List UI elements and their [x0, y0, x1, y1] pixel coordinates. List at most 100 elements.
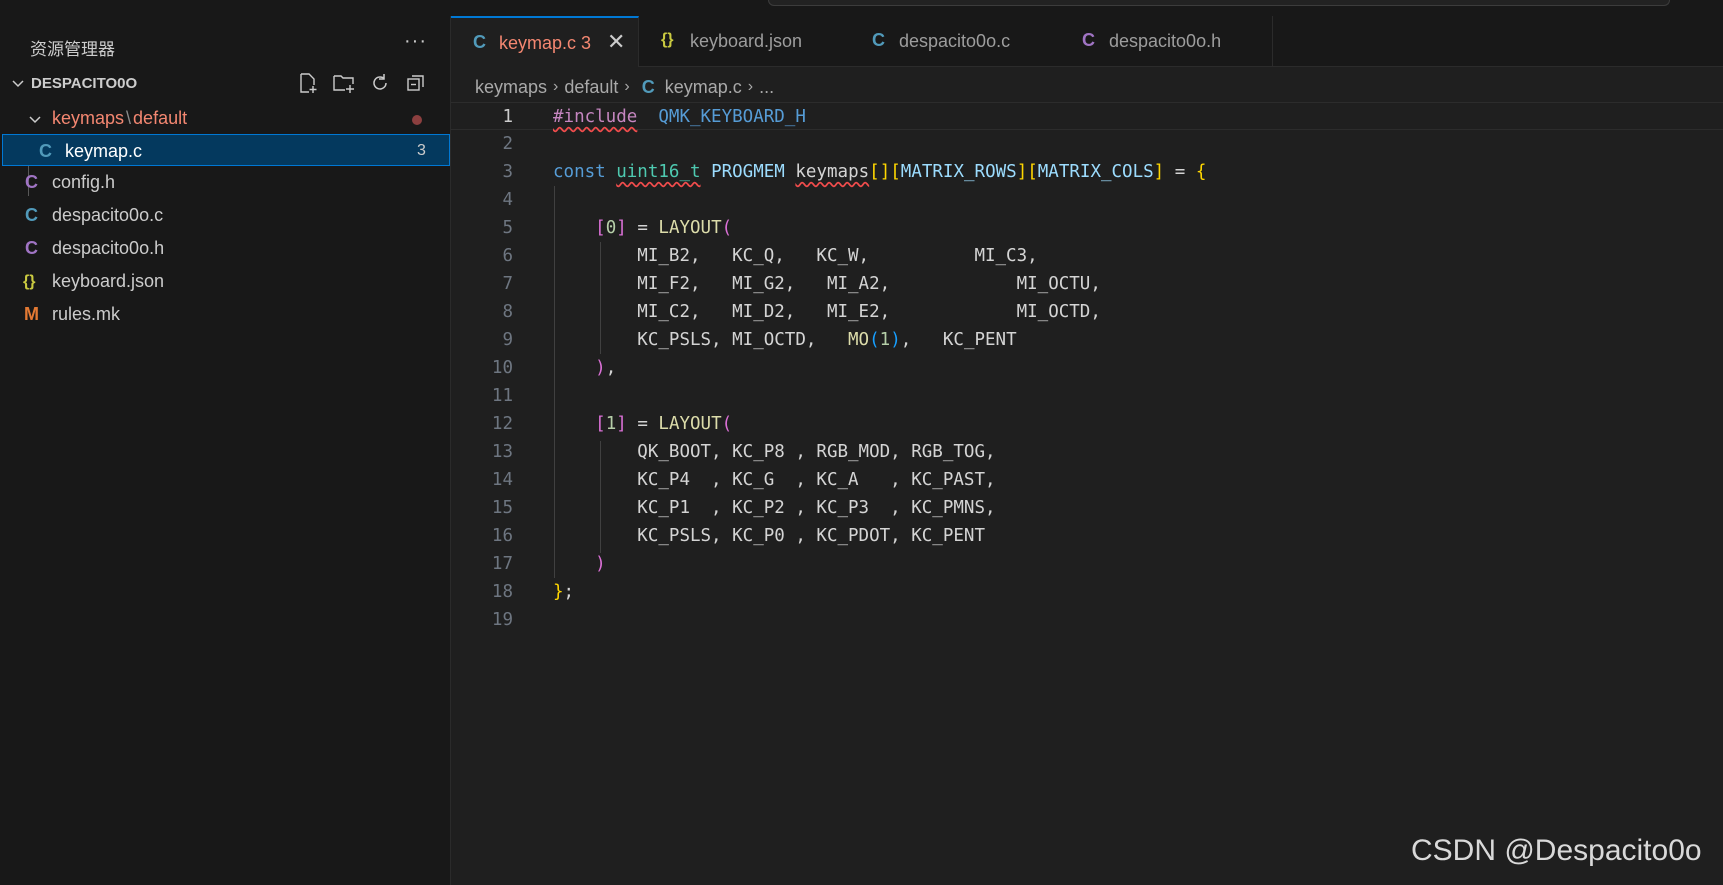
- token-args: MI_C2, MI_D2, MI_E2, MI_OCTD,: [637, 302, 1101, 322]
- command-center[interactable]: [768, 0, 1670, 6]
- folder-label: keymaps \ default: [52, 108, 188, 128]
- chevron-right-icon: ›: [747, 78, 754, 95]
- file-item-keymap-c[interactable]: C keymap.c 3: [2, 134, 450, 166]
- token-type: uint16_t: [616, 162, 701, 182]
- new-folder-icon[interactable]: [332, 71, 356, 95]
- explorer-header: 资源管理器 ···: [0, 26, 450, 62]
- explorer-actions: [296, 71, 428, 95]
- line-number: 2: [502, 134, 513, 154]
- token-args: KC_PSLS, KC_P0 , KC_PDOT, KC_PENT: [637, 526, 985, 546]
- h-file-icon: C: [1082, 30, 1095, 50]
- token-args: MI_B2, KC_Q, KC_W, MI_C3,: [637, 246, 1038, 266]
- file-label: keyboard.json: [52, 271, 165, 291]
- tab-keyboard-json[interactable]: {} keyboard.json: [639, 16, 851, 66]
- token-keyword: const: [553, 162, 606, 182]
- breadcrumb-file[interactable]: keymap.c: [665, 77, 742, 98]
- line-number: 1: [502, 107, 513, 127]
- breadcrumb-default[interactable]: default: [564, 77, 618, 98]
- token-args: MI_F2, MI_G2, MI_A2, MI_OCTU,: [637, 274, 1101, 294]
- line-number: 12: [491, 414, 513, 434]
- c-file-icon: C: [25, 205, 38, 225]
- token-variable: keymaps: [795, 162, 870, 182]
- watermark: CSDN @Despacito0o: [1411, 834, 1702, 867]
- token-identifier: PROGMEM: [711, 162, 785, 182]
- line-number: 8: [502, 302, 513, 322]
- file-label: despacito0o.h: [52, 238, 165, 258]
- json-file-icon: {}: [661, 31, 674, 48]
- line-number: 17: [491, 554, 513, 574]
- code-line-10: 10 ),: [451, 354, 1723, 382]
- code-line-19: 19: [451, 606, 1723, 634]
- breadcrumb-symbols[interactable]: ...: [759, 77, 774, 98]
- line-number: 3: [502, 162, 513, 182]
- line-number: 14: [491, 470, 513, 490]
- h-file-icon: C: [25, 172, 38, 192]
- line-number: 4: [502, 190, 513, 210]
- line-number: 11: [491, 386, 513, 406]
- explorer-sidebar: 资源管理器 ··· DESPACITO0O keymaps \ default C …: [0, 16, 451, 885]
- tab-keymap-c[interactable]: C keymap.c 3 ✕: [451, 16, 639, 67]
- token-include: #include: [553, 107, 638, 127]
- tab-despacito0o-h[interactable]: C despacito0o.h: [1060, 16, 1273, 66]
- chevron-right-icon: ›: [624, 78, 630, 95]
- folder-keymaps-default[interactable]: keymaps \ default: [0, 102, 450, 134]
- token-args: QK_BOOT, KC_P8 , RGB_MOD, RGB_TOG,: [637, 442, 996, 462]
- close-icon[interactable]: ✕: [607, 29, 625, 55]
- code-line-11: 11: [451, 382, 1723, 410]
- code-line-4: 4: [451, 186, 1723, 214]
- modified-dot: [412, 115, 422, 125]
- chevron-right-icon: ›: [553, 78, 559, 95]
- code-line-3: 3 const uint16_t PROGMEM keymaps[][MATRIX…: [451, 158, 1723, 186]
- tab-label: despacito0o.c: [899, 31, 1011, 51]
- json-file-icon: {}: [23, 273, 36, 290]
- token-args: , KC_PENT: [900, 330, 1017, 350]
- c-file-icon: C: [641, 76, 655, 97]
- token-number: 0: [605, 218, 617, 238]
- code-line-5: 5 [0] = LAYOUT(: [451, 214, 1723, 242]
- line-number: 7: [502, 274, 513, 294]
- code-line-9: 9 KC_PSLS, MI_OCTD, MO(1), KC_PENT: [451, 326, 1723, 354]
- project-name: DESPACITO0O: [31, 75, 138, 92]
- explorer-title: 资源管理器: [30, 40, 115, 59]
- line-number: 18: [491, 582, 513, 602]
- token-identifier: MATRIX_ROWS: [900, 162, 1017, 182]
- new-file-icon[interactable]: [296, 71, 320, 95]
- line-number: 15: [491, 498, 513, 518]
- makefile-icon: M: [24, 304, 39, 324]
- breadcrumb: keymaps › default › C keymap.c › ...: [475, 74, 774, 100]
- collapse-all-icon[interactable]: [404, 71, 428, 95]
- code-line-18: 18};: [451, 578, 1723, 606]
- code-line-6: 6 MI_B2, KC_Q, KC_W, MI_C3,: [451, 242, 1723, 270]
- token-macro: QMK_KEYBOARD_H: [658, 107, 806, 127]
- project-root[interactable]: DESPACITO0O: [0, 68, 450, 98]
- line-number: 9: [502, 330, 513, 350]
- file-item-despacito0o-h[interactable]: C despacito0o.h: [0, 232, 450, 264]
- token-number: 1: [879, 330, 891, 350]
- line-number: 19: [491, 610, 513, 630]
- tab-label: despacito0o.h: [1109, 31, 1222, 51]
- c-file-icon: C: [872, 30, 885, 50]
- tab-despacito0o-c[interactable]: C despacito0o.c: [850, 16, 1061, 66]
- code-line-13: 13 QK_BOOT, KC_P8 , RGB_MOD, RGB_TOG,: [451, 438, 1723, 466]
- code-line-17: 17 ): [451, 550, 1723, 578]
- file-item-keyboard-json[interactable]: {} keyboard.json: [0, 265, 450, 297]
- file-item-config-h[interactable]: C config.h: [0, 166, 450, 198]
- file-item-despacito0o-c[interactable]: C despacito0o.c: [0, 199, 450, 231]
- title-bar: [0, 0, 1723, 17]
- tab-bar: C keymap.c 3 ✕ {} keyboard.json C despac…: [451, 16, 1723, 67]
- file-item-rules-mk[interactable]: M rules.mk: [0, 298, 450, 330]
- chevron-down-icon: [29, 116, 41, 124]
- code-line-15: 15 KC_P1 , KC_P2 , KC_P3 , KC_PMNS,: [451, 494, 1723, 522]
- line-number: 13: [491, 442, 513, 462]
- refresh-icon[interactable]: [368, 71, 392, 95]
- line-number: 6: [502, 246, 513, 266]
- breadcrumb-keymaps[interactable]: keymaps: [475, 77, 547, 98]
- tab-label: keymap.c 3: [499, 33, 592, 53]
- token-args: KC_P4 , KC_G , KC_A , KC_PAST,: [637, 470, 996, 490]
- line-number: 5: [502, 218, 513, 238]
- more-actions-icon[interactable]: ···: [404, 30, 427, 53]
- token-function: MO: [848, 330, 870, 350]
- token-identifier: MATRIX_COLS: [1037, 162, 1154, 182]
- editor-area: C keymap.c 3 ✕ {} keyboard.json C despac…: [451, 16, 1723, 885]
- code-line-14: 14 KC_P4 , KC_G , KC_A , KC_PAST,: [451, 466, 1723, 494]
